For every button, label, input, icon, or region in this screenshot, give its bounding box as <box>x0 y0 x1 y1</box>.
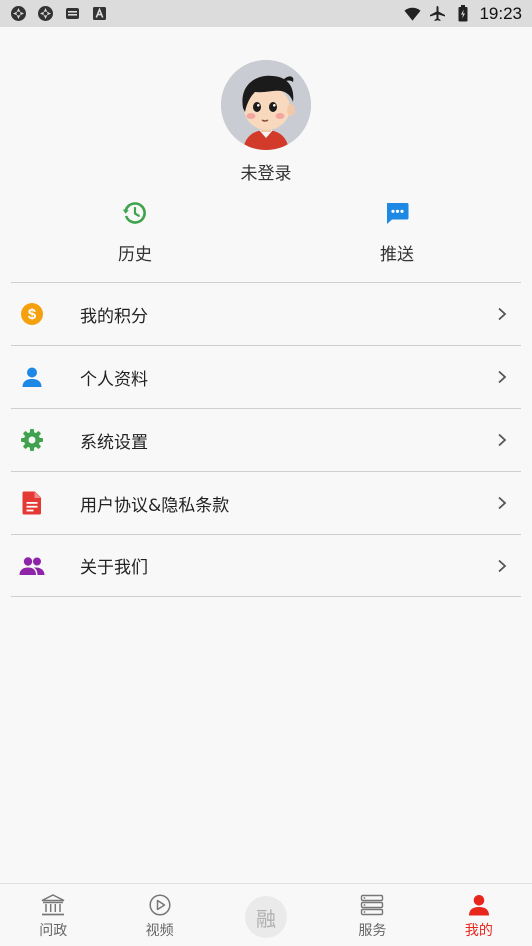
airplane-icon <box>429 5 446 22</box>
gear-icon <box>19 427 45 453</box>
chevron-right-icon <box>498 559 507 572</box>
menu-item-profile[interactable]: 个人资料 <box>11 345 521 408</box>
person-icon <box>19 364 45 390</box>
avatar[interactable] <box>221 60 311 150</box>
chat-icon <box>384 200 410 230</box>
dollar-coin-icon: $ <box>19 301 45 327</box>
message-icon <box>64 5 81 22</box>
menu-item-agreement[interactable]: 用户协议&隐私条款 <box>11 471 521 534</box>
app-screen: 19:23 未登录 历史 推送 $ 我的积分 个人资料 系统设置 用户协议&隐私… <box>0 0 532 946</box>
push-action[interactable]: 推送 <box>322 200 472 265</box>
tab-label-mine: 我的 <box>464 923 493 939</box>
menu-label-about: 关于我们 <box>80 558 148 578</box>
document-icon <box>19 490 45 516</box>
history-action[interactable]: 历史 <box>60 200 210 265</box>
tab-label-video: 视频 <box>145 923 174 939</box>
tab-service[interactable]: 服务 <box>319 884 425 946</box>
group-icon <box>19 553 45 579</box>
menu-label-profile: 个人资料 <box>80 369 148 390</box>
status-time: 19:23 <box>479 3 522 23</box>
menu-label-agreement: 用户协议&隐私条款 <box>80 495 230 516</box>
svg-text:$: $ <box>28 306 37 323</box>
settings-menu: $ 我的积分 个人资料 系统设置 用户协议&隐私条款 关于我们 <box>11 282 521 597</box>
battery-icon <box>454 5 471 22</box>
tab-wenzheng[interactable]: 问政 <box>0 884 106 946</box>
tab-label-service: 服务 <box>358 923 387 939</box>
rong-badge: 融 <box>245 896 288 938</box>
chevron-right-icon <box>498 496 507 510</box>
font-icon <box>91 5 108 22</box>
person-icon <box>466 893 492 917</box>
login-status-text[interactable]: 未登录 <box>0 159 532 184</box>
history-label: 历史 <box>118 245 152 265</box>
status-bar: 19:23 <box>0 0 532 27</box>
tab-video[interactable]: 视频 <box>106 884 212 946</box>
sync-icon <box>10 5 27 22</box>
menu-label-settings: 系统设置 <box>80 432 148 453</box>
wifi-icon <box>404 5 421 22</box>
tab-label-wenzheng: 问政 <box>39 923 68 939</box>
chevron-right-icon <box>498 433 507 447</box>
chevron-right-icon <box>498 307 507 321</box>
menu-label-points: 我的积分 <box>80 306 148 327</box>
building-icon <box>40 893 66 917</box>
tab-rong[interactable]: 融 <box>213 884 319 946</box>
menu-item-points[interactable]: $ 我的积分 <box>11 282 521 345</box>
avatar-illustration <box>221 60 311 150</box>
push-label: 推送 <box>380 245 414 265</box>
play-circle-icon <box>147 893 173 917</box>
tab-mine[interactable]: 我的 <box>426 884 532 946</box>
history-icon <box>122 200 148 230</box>
menu-item-about[interactable]: 关于我们 <box>11 534 521 597</box>
menu-item-settings[interactable]: 系统设置 <box>11 408 521 471</box>
sync-icon <box>37 5 54 22</box>
list-icon <box>359 893 385 917</box>
chevron-right-icon <box>498 370 507 384</box>
bottom-nav: 问政 视频 融 服务 我的 <box>0 883 532 946</box>
